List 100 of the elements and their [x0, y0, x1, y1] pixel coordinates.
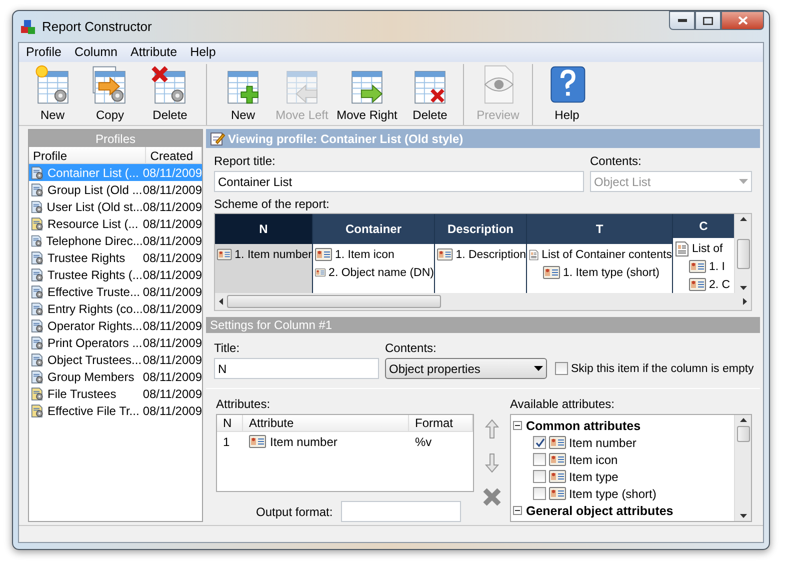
folder-report-icon: [31, 216, 44, 232]
edit-sheet-icon: [210, 131, 225, 146]
profile-row[interactable]: Resource List (... 08/11/2009: [29, 215, 202, 232]
profile-row[interactable]: Print Operators ...08/11/2009: [29, 334, 202, 351]
attribute-icon: [217, 248, 232, 261]
profile-row[interactable]: Group List (Old ...08/11/2009: [29, 181, 202, 198]
toolbar-button[interactable]: Delete: [140, 64, 200, 124]
scheme-column[interactable]: 1. Description: [435, 244, 526, 293]
column-header[interactable]: N: [217, 415, 243, 431]
tree-item[interactable]: Item icon: [569, 452, 618, 466]
scroll-right-icon[interactable]: [743, 298, 747, 305]
menu-item[interactable]: Column: [67, 43, 124, 62]
collapse-icon[interactable]: [513, 421, 522, 430]
report-icon: [31, 284, 44, 300]
minimize-button[interactable]: [669, 11, 695, 30]
profile-row[interactable]: Group Members 08/11/2009: [29, 368, 202, 385]
scheme-item: List of Container contents: [542, 248, 672, 260]
toolbar-button[interactable]: Help: [539, 64, 595, 124]
vertical-scrollbar[interactable]: [734, 214, 751, 293]
close-button[interactable]: [721, 11, 764, 30]
toolbar-button[interactable]: Delete: [403, 64, 457, 124]
column-header[interactable]: Created: [146, 147, 202, 163]
scroll-thumb[interactable]: [227, 295, 441, 308]
scheme-column[interactable]: List of Container contents 1. Item type (short): [527, 244, 672, 293]
scroll-left-icon[interactable]: [219, 298, 223, 305]
profile-row[interactable]: File Trustees 08/11/2009: [29, 385, 202, 402]
tree-item[interactable]: Item type (short): [569, 486, 656, 500]
column-header[interactable]: Description: [435, 214, 526, 244]
close-icon: [738, 16, 748, 25]
vertical-scrollbar[interactable]: [734, 415, 751, 521]
report-icon: [31, 198, 44, 214]
menu-item[interactable]: Attribute: [124, 43, 184, 62]
checkbox[interactable]: [533, 487, 546, 500]
toolbar-button[interactable]: New: [25, 64, 80, 124]
menu-item[interactable]: Help: [183, 43, 222, 62]
column-header[interactable]: Profile: [29, 147, 146, 163]
column-header[interactable]: T: [527, 214, 672, 244]
collapse-icon[interactable]: [513, 506, 522, 515]
scheme-column[interactable]: 1. Item number: [215, 244, 312, 293]
scheme-item: 2. Object name (DN): [328, 266, 434, 278]
attribute-icon: [437, 248, 453, 261]
scroll-up-icon[interactable]: [740, 217, 746, 221]
title-field[interactable]: N: [214, 358, 379, 379]
scheme-item: 2. C: [709, 278, 730, 290]
toolbar-button[interactable]: Move Right: [331, 64, 403, 124]
tree-group: General object attributes: [526, 504, 674, 518]
field-label: Scheme of the report:: [214, 197, 330, 211]
field-label: Report title:: [214, 154, 276, 168]
profile-row[interactable]: Trustee Rights 08/11/2009: [29, 249, 202, 266]
profile-row[interactable]: Effective File Tr... 08/11/2009: [29, 402, 202, 419]
horizontal-scrollbar[interactable]: [215, 293, 751, 310]
tree-item[interactable]: Item number: [569, 436, 636, 450]
profile-row[interactable]: Trustee Rights (...08/11/2009: [29, 266, 202, 283]
scheme-item: 1. Item icon: [335, 248, 394, 260]
scroll-down-icon[interactable]: [740, 514, 746, 518]
column-header[interactable]: Format: [409, 415, 473, 431]
folder-report-icon: [31, 402, 44, 418]
report-icon: [31, 300, 44, 316]
tree-item[interactable]: Item type: [569, 470, 618, 484]
field-label: Attributes:: [216, 397, 272, 411]
menu-item[interactable]: Profile: [19, 43, 68, 62]
profile-row[interactable]: Effective Truste... 08/11/2009: [29, 283, 202, 300]
profile-row[interactable]: Object Trustees...08/11/2009: [29, 351, 202, 368]
report-icon: [31, 164, 44, 180]
app-icon: [20, 18, 36, 34]
scheme-item: 1. Item type (short): [563, 266, 660, 278]
column-header[interactable]: C: [673, 214, 734, 238]
report-title-field[interactable]: Container List: [214, 171, 584, 192]
checkbox[interactable]: [555, 362, 568, 375]
arrow-up-icon[interactable]: [485, 419, 499, 439]
profile-row[interactable]: Operator Rights...08/11/2009: [29, 317, 202, 334]
toolbar-button[interactable]: New: [213, 64, 273, 124]
arrow-down-icon[interactable]: [485, 453, 499, 473]
profile-row[interactable]: Telephone Direc...08/11/2009: [29, 232, 202, 249]
column-header[interactable]: N: [215, 214, 312, 244]
field-label: Contents:: [385, 341, 438, 355]
field-label: Output format:: [256, 504, 333, 518]
scroll-up-icon[interactable]: [740, 418, 746, 422]
checkbox[interactable]: [533, 453, 546, 466]
scroll-thumb[interactable]: [736, 426, 750, 442]
report-icon: [31, 368, 44, 384]
scheme-column[interactable]: 1. Item icon 2. Object name (DN): [313, 244, 434, 293]
maximize-button[interactable]: [695, 11, 721, 30]
report-icon: [31, 334, 44, 350]
profile-row[interactable]: Entry Rights (co...08/11/2009: [29, 300, 202, 317]
remove-icon[interactable]: [482, 487, 502, 507]
scroll-down-icon[interactable]: [740, 286, 746, 290]
toolbar-button[interactable]: Copy: [80, 64, 140, 124]
scheme-column[interactable]: List of 1. I 2. C: [673, 238, 734, 293]
output-format-field[interactable]: [340, 501, 461, 522]
folder-report-icon: [31, 386, 44, 402]
checkbox[interactable]: [533, 436, 546, 449]
table-cell-text: %v: [414, 434, 433, 448]
profile-row[interactable]: User List (Old st...08/11/2009: [29, 198, 202, 215]
checkbox[interactable]: [533, 470, 546, 483]
column-header[interactable]: Container: [313, 214, 434, 244]
column-contents-dropdown[interactable]: Object properties: [385, 358, 547, 379]
column-header[interactable]: Attribute: [243, 415, 409, 431]
settings-header: Settings for Column #1: [206, 317, 760, 333]
scroll-thumb[interactable]: [736, 238, 750, 268]
